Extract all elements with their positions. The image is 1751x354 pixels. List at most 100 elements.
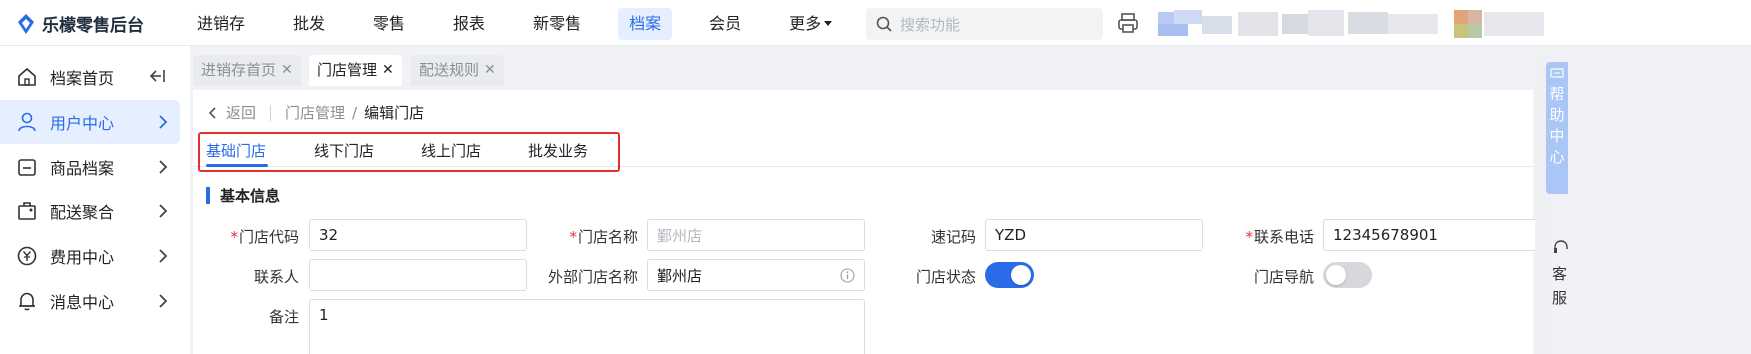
nav-label: 批发 [293,14,326,33]
nav-item-new-retail[interactable]: 新零售 [522,8,592,40]
home-icon [18,67,36,86]
search-input[interactable]: 搜索功能 [866,8,1103,40]
phone-label: *联系电话 [1204,226,1314,247]
page-tabs: 进销存首页 ✕ 门店管理 ✕ 配送规则 ✕ [190,46,1751,90]
sidebar-item-fee-center[interactable]: 费用中心 [0,234,180,278]
help-center-button[interactable]: 帮 助 中 心 [1546,62,1568,194]
sidebar-item-label: 用户中心 [50,114,115,133]
section-bar [206,187,210,204]
store-nav-toggle[interactable] [1323,262,1372,288]
breadcrumb-parent[interactable]: 门店管理 [285,102,345,123]
sidebar-item-label: 费用中心 [50,248,115,267]
section-title: 基本信息 [206,185,280,206]
label-text: 速记码 [930,228,976,246]
store-code-label: *门店代码 [189,226,299,247]
nav-label: 会员 [709,14,742,33]
close-icon[interactable]: ✕ [281,55,293,86]
chevron-left-icon[interactable] [208,106,218,120]
headset-icon [1554,240,1568,253]
phone-value: 12345678901 [1333,226,1438,244]
sidebar-item-delivery[interactable]: 配送聚合 [0,189,180,233]
nav-item-retail[interactable]: 零售 [362,8,416,40]
label-text: 门店代码 [238,228,299,246]
store-code-value: 32 [319,226,339,244]
main-panel: 返回 门店管理 / 编辑门店 基础门店 线下门店 线上门店 批发业务 基本信息 … [193,90,1541,354]
info-icon[interactable] [840,268,855,283]
label-text: 门店状态 [915,268,976,286]
caret-down-icon [824,21,833,26]
sidebar-item-user-center[interactable]: 用户中心 [0,100,180,144]
sidebar-item-product-archive[interactable]: 商品档案 [0,145,180,189]
sidebar-item-label: 档案首页 [50,69,115,88]
store-status-label: 门店状态 [866,266,976,287]
printer-icon[interactable] [1117,12,1139,34]
external-name-value: 鄞州店 [657,266,703,285]
section-title-text: 基本信息 [220,187,281,205]
nav-item-archive[interactable]: 档案 [618,8,673,40]
user-icon [18,112,36,132]
collapse-sidebar-icon[interactable] [148,67,166,85]
tab-delivery-rules[interactable]: 配送规则 ✕ [411,55,504,86]
required-mark: * [569,228,577,246]
app-logo[interactable]: 乐檬零售后台 [16,11,144,36]
divider [270,104,272,121]
remark-value: 1 [319,306,329,324]
main-nav: 进销存 批发 零售 报表 新零售 档案 会员 更多 [186,8,869,40]
top-bar: 乐檬零售后台 进销存 批发 零售 报表 新零售 档案 会员 更多 搜索功能 [0,0,1751,46]
close-icon[interactable]: ✕ [382,55,394,86]
sidebar-item-label: 配送聚合 [50,203,115,222]
nav-label: 更多 [789,14,822,33]
help-char: 心 [1549,148,1565,166]
nav-label: 报表 [453,14,486,33]
quick-code-value: YZD [995,226,1026,244]
label-text: 备注 [268,308,299,326]
label-text: 门店导航 [1253,268,1314,286]
user-info-blurred[interactable] [1158,10,1448,38]
nav-item-more[interactable]: 更多 [778,8,843,40]
nav-item-inventory[interactable]: 进销存 [186,8,256,40]
service-char: 服 [1552,289,1568,307]
tab-store-management[interactable]: 门店管理 ✕ [309,55,402,86]
yen-icon [17,246,37,266]
chevron-right-icon [159,294,168,308]
annotation-highlight-box [198,132,620,172]
nav-item-member[interactable]: 会员 [698,8,752,40]
back-link[interactable]: 返回 [226,102,256,123]
logo-icon [18,13,34,34]
external-name-label: 外部门店名称 [528,266,638,287]
required-mark: * [1245,228,1253,246]
nav-item-wholesale[interactable]: 批发 [282,8,336,40]
help-char: 助 [1549,106,1565,124]
sidebar-item-message-center[interactable]: 消息中心 [0,279,180,323]
customer-service-button[interactable]: 客 服 [1552,238,1572,310]
breadcrumb-current: 编辑门店 [364,104,425,122]
store-status-toggle[interactable] [985,262,1034,288]
tab-inventory-home[interactable]: 进销存首页 ✕ [193,55,301,86]
package-icon [18,202,36,220]
required-mark: * [230,228,238,246]
chevron-right-icon [159,160,168,174]
search-placeholder: 搜索功能 [900,15,961,34]
contact-label: 联系人 [189,266,299,287]
tab-label: 门店管理 [317,61,378,79]
nav-label: 新零售 [533,14,582,33]
contact-field[interactable] [309,259,527,291]
store-name-field[interactable]: 鄞州店 [647,219,865,251]
phone-field[interactable]: 12345678901 [1323,219,1541,251]
help-char: 帮 [1549,85,1565,103]
chevron-right-icon [159,249,168,263]
chevron-right-icon [159,204,168,218]
close-icon[interactable]: ✕ [484,55,496,86]
tab-label: 进销存首页 [201,61,277,79]
search-icon [876,16,892,32]
sidebar-item-archive-home[interactable]: 档案首页 [0,55,180,99]
store-code-field[interactable]: 32 [309,219,527,251]
external-name-field[interactable]: 鄞州店 [647,259,865,291]
store-name-placeholder: 鄞州店 [657,226,703,245]
remark-field[interactable]: 1 [309,299,865,354]
avatar-blurred[interactable] [1452,10,1552,38]
quick-code-field[interactable]: YZD [985,219,1203,251]
sidebar-item-label: 消息中心 [50,293,115,312]
tab-label: 配送规则 [419,61,480,79]
nav-item-reports[interactable]: 报表 [442,8,496,40]
